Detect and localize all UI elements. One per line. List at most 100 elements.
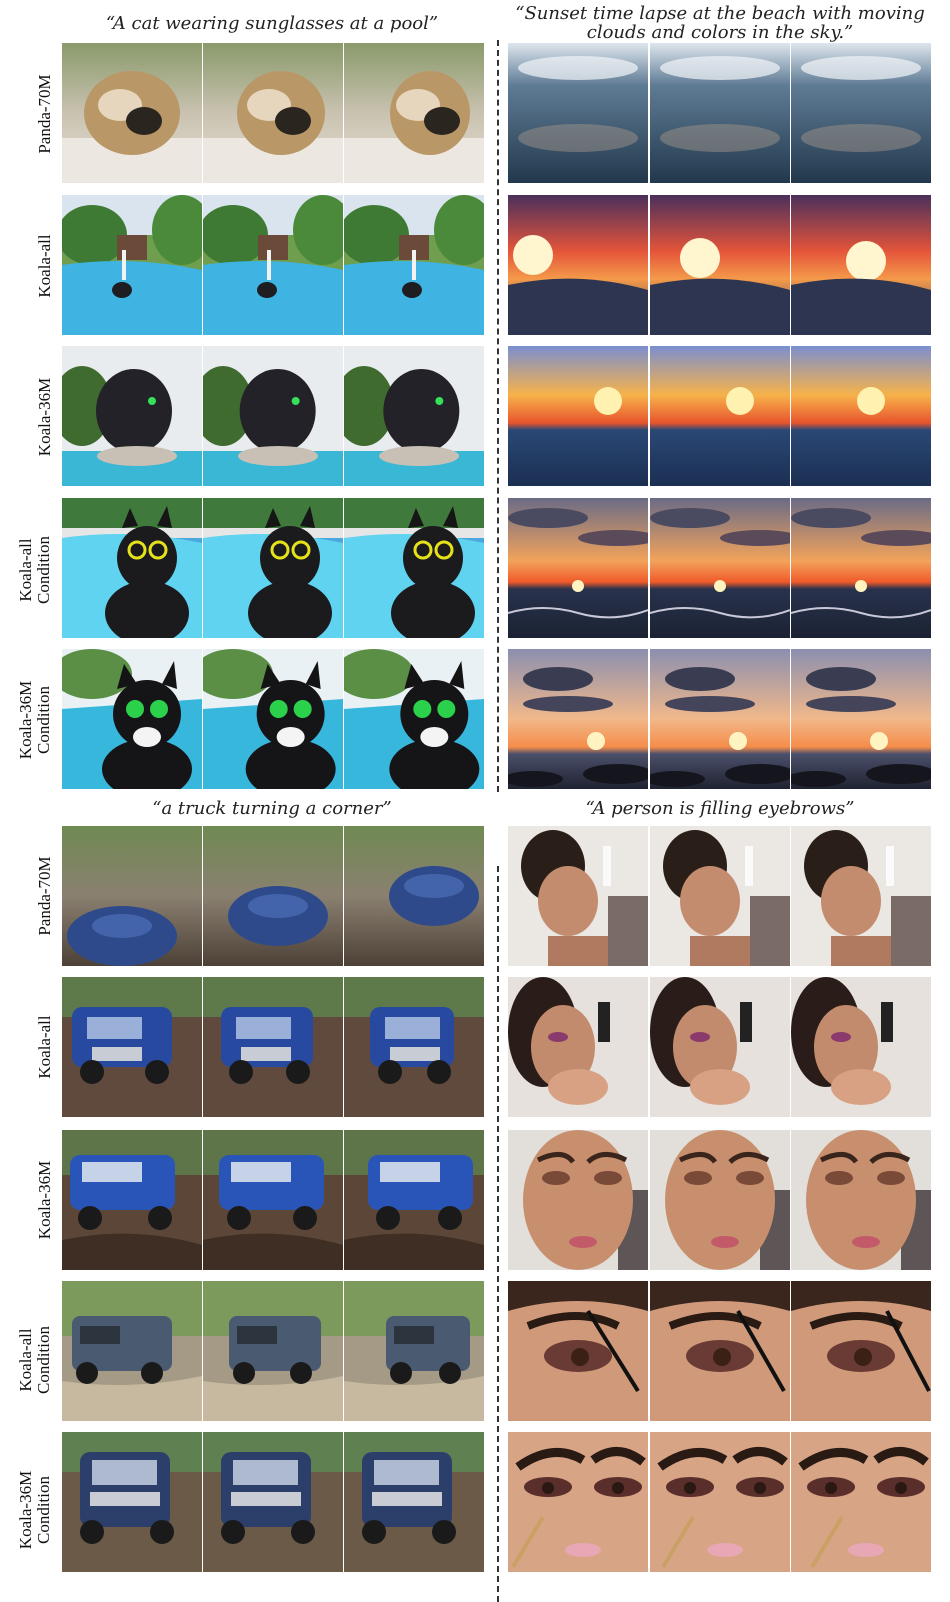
frame-image — [508, 1130, 648, 1270]
video-frame-sunset-waves-2 — [650, 498, 790, 638]
video-frame-blurry-cat-1 — [62, 43, 202, 183]
caption-sunset-prompt: “Sunset time lapse at the beach with mov… — [505, 4, 935, 42]
frame-image — [650, 826, 790, 966]
row-label-koala-36m-condition: Koala-36M Condition — [16, 680, 53, 760]
frame-image — [791, 498, 931, 638]
video-frame-blue-suv-3 — [344, 1432, 484, 1572]
frame-image — [344, 826, 484, 966]
frame-image — [62, 1281, 202, 1421]
frame-image — [203, 977, 343, 1117]
video-frame-pool-jumper-3 — [344, 195, 484, 335]
frame-image — [508, 649, 648, 789]
frame-image — [62, 649, 202, 789]
video-frame-black-cat-pool-2 — [203, 346, 343, 486]
frame-image — [344, 1130, 484, 1270]
frame-image — [344, 346, 484, 486]
video-frame-grey-sea-3 — [791, 43, 931, 183]
caption-cat-prompt: “A cat wearing sunglasses at a pool” — [105, 13, 439, 34]
frame-image — [650, 1281, 790, 1421]
frame-image — [62, 977, 202, 1117]
video-frame-black-cat-pool-3 — [344, 346, 484, 486]
video-frame-blue-truck-1 — [62, 977, 202, 1117]
video-frame-eyebrow-pencil-3 — [791, 1281, 931, 1421]
video-frame-blue-truck-mud-3 — [344, 1130, 484, 1270]
frame-image — [508, 826, 648, 966]
caption-truck-prompt: “a truck turning a corner” — [152, 798, 392, 819]
frame-image — [508, 195, 648, 335]
video-frame-cat-sunglasses-pool-1 — [62, 498, 202, 638]
frame-image — [791, 1130, 931, 1270]
frame-image — [62, 1432, 202, 1572]
frame-image — [508, 43, 648, 183]
frame-image — [62, 826, 202, 966]
frame-image — [650, 43, 790, 183]
frame-image — [62, 346, 202, 486]
video-frame-grey-sea-1 — [508, 43, 648, 183]
frame-image — [344, 43, 484, 183]
video-frame-grey-truck-1 — [62, 1281, 202, 1421]
frame-image — [344, 649, 484, 789]
video-frame-blurry-truck-2 — [203, 826, 343, 966]
video-frame-cat-sunglasses-pool-2-1 — [62, 649, 202, 789]
frame-image — [508, 498, 648, 638]
frame-image — [344, 1432, 484, 1572]
frame-image — [508, 977, 648, 1117]
video-frame-blurry-cat-3 — [344, 43, 484, 183]
video-frame-cat-sunglasses-pool-3 — [344, 498, 484, 638]
row-label-koala-all: Koala-all — [35, 234, 54, 298]
frame-image — [344, 1281, 484, 1421]
video-frame-blurry-cat-2 — [203, 43, 343, 183]
frame-image — [62, 43, 202, 183]
video-frame-grey-sea-2 — [650, 43, 790, 183]
video-frame-pool-jumper-2 — [203, 195, 343, 335]
video-frame-grey-truck-2 — [203, 1281, 343, 1421]
frame-image — [62, 1130, 202, 1270]
video-frame-sunset-waves-1 — [508, 498, 648, 638]
video-frame-sunset-waves-3 — [791, 498, 931, 638]
video-frame-cat-sunglasses-pool-2-2 — [203, 649, 343, 789]
frame-image — [791, 346, 931, 486]
video-frame-blurry-truck-1 — [62, 826, 202, 966]
frame-image — [203, 1432, 343, 1572]
video-frame-woman-profile-3 — [791, 826, 931, 966]
video-frame-red-sunset-1 — [508, 195, 648, 335]
row-label-koala-36m-condition-b: Koala-36M Condition — [16, 1470, 53, 1550]
video-frame-red-sunset-3 — [791, 195, 931, 335]
frame-image — [650, 195, 790, 335]
caption-sunset-line2: clouds and colors in the sky.” — [586, 22, 854, 43]
video-frame-sunset-rocks-1 — [508, 649, 648, 789]
video-frame-cat-sunglasses-pool-2 — [203, 498, 343, 638]
video-frame-blue-truck-2 — [203, 977, 343, 1117]
video-frame-blue-truck-mud-2 — [203, 1130, 343, 1270]
video-frame-black-cat-pool-1 — [62, 346, 202, 486]
frame-image — [508, 1281, 648, 1421]
frame-image — [203, 43, 343, 183]
frame-image — [203, 1130, 343, 1270]
frame-image — [203, 826, 343, 966]
frame-image — [62, 195, 202, 335]
video-frame-woman-profile-1 — [508, 826, 648, 966]
row-label-koala-all-condition-b: Koala-all Condition — [16, 1326, 53, 1395]
frame-image — [203, 195, 343, 335]
video-frame-red-sunset-2 — [650, 195, 790, 335]
frame-image — [344, 195, 484, 335]
video-frame-cat-sunglasses-pool-2-3 — [344, 649, 484, 789]
frame-image — [344, 498, 484, 638]
video-frame-woman-profile-2 — [650, 826, 790, 966]
row-label-panda-70m: Panda-70M — [35, 74, 54, 154]
frame-image — [791, 1281, 931, 1421]
frame-image — [650, 1432, 790, 1572]
frame-image — [508, 1432, 648, 1572]
frame-image — [203, 649, 343, 789]
frame-image — [791, 43, 931, 183]
row-label-koala-36m-b: Koala-36M — [35, 1160, 54, 1240]
frame-image — [791, 1432, 931, 1572]
frame-image — [203, 1281, 343, 1421]
video-frame-blue-truck-3 — [344, 977, 484, 1117]
video-frame-eyebrow-pencil-1 — [508, 1281, 648, 1421]
video-frame-orange-sunset-1 — [508, 346, 648, 486]
video-frame-sunset-rocks-2 — [650, 649, 790, 789]
frame-image — [650, 498, 790, 638]
divider-top — [497, 40, 499, 792]
frame-image — [791, 977, 931, 1117]
